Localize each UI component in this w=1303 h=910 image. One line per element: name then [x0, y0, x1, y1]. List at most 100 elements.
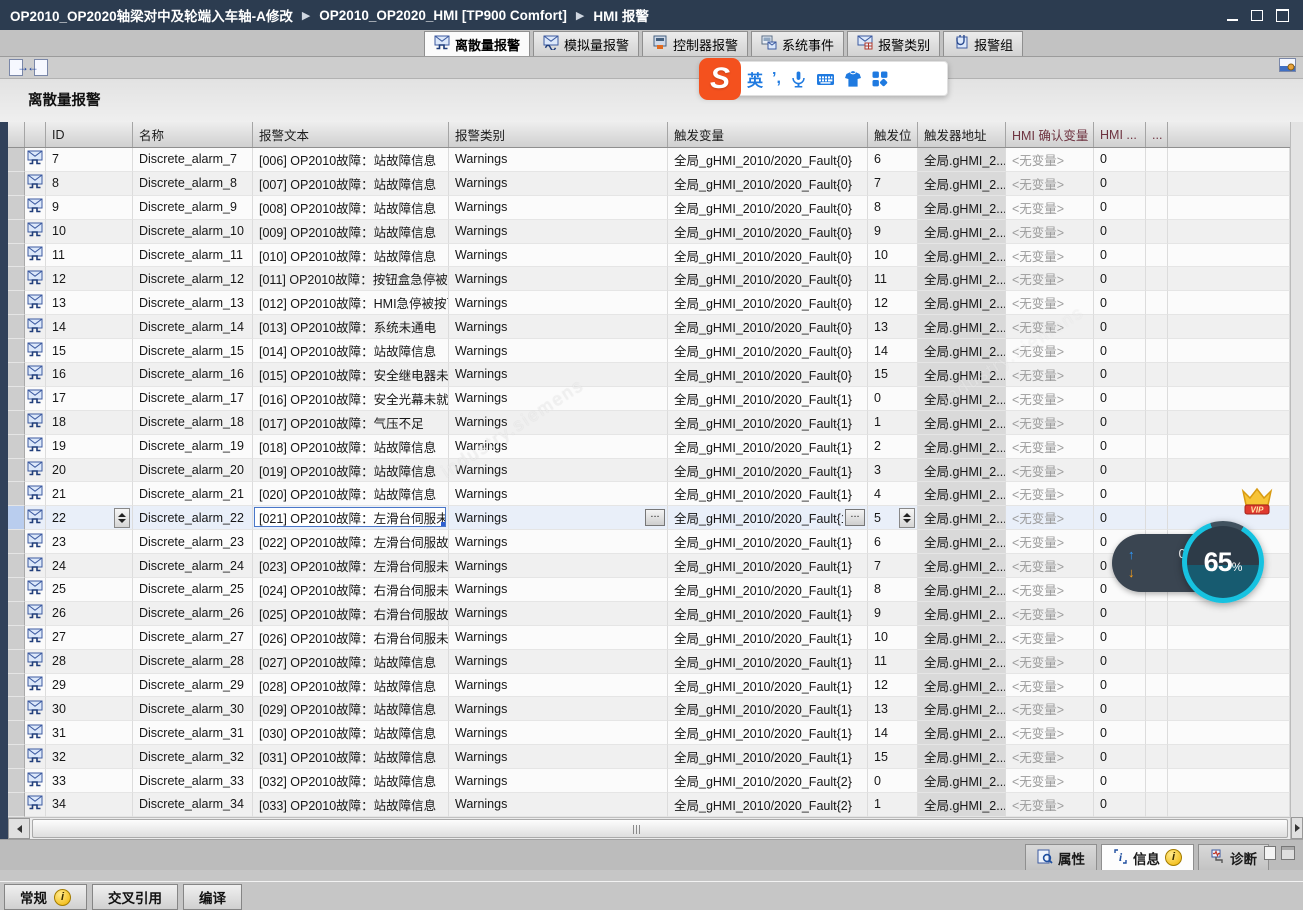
scrollbar-thumb[interactable]: [32, 819, 1288, 838]
cell-alarm-class[interactable]: Warnings: [449, 434, 668, 459]
cell-trigger-tag[interactable]: 全局_gHMI_2010/2020_Fault{0}: [668, 315, 868, 340]
cell-extra[interactable]: [1146, 601, 1168, 626]
cell-trigger-address[interactable]: 全局.gHMI_2...: [918, 291, 1006, 316]
cell-id[interactable]: 15: [46, 339, 133, 364]
cell-name[interactable]: Discrete_alarm_31: [133, 721, 253, 746]
table-row[interactable]: 24 Discrete_alarm_24 [023] OP2010故障：左滑台伺服未…: [8, 554, 1290, 579]
column-header-7[interactable]: 触发位: [868, 122, 918, 147]
cell-alarm-class[interactable]: Warnings: [449, 554, 668, 579]
cell-name[interactable]: Discrete_alarm_27: [133, 625, 253, 650]
table-row[interactable]: 33 Discrete_alarm_33 [032] OP2010故障：站故障信息 W…: [8, 769, 1290, 794]
table-row[interactable]: 25 Discrete_alarm_25 [024] OP2010故障：右滑台伺服未…: [8, 578, 1290, 602]
cell-alarm-text[interactable]: [024] OP2010故障：右滑台伺服未通电: [253, 578, 449, 602]
cell-hmi-ack-tag[interactable]: <无变量>: [1006, 434, 1094, 459]
inspector-tab-info[interactable]: i 信息 i: [1101, 844, 1194, 870]
status-button-编译[interactable]: 编译: [183, 884, 242, 910]
column-header-2[interactable]: ID: [46, 122, 133, 147]
cell-trigger-bit[interactable]: 0: [868, 769, 918, 794]
cell-extra[interactable]: [1146, 219, 1168, 244]
column-header-4[interactable]: 报警文本: [253, 122, 449, 147]
cell-trigger-tag[interactable]: 全局_gHMI_2010/2020_Fault{1}: [668, 578, 868, 602]
cell-name[interactable]: Discrete_alarm_26: [133, 601, 253, 626]
cell-name[interactable]: Discrete_alarm_7: [133, 148, 253, 172]
cell-hmi-value[interactable]: 0: [1094, 434, 1146, 459]
cell-extra[interactable]: [1146, 649, 1168, 674]
table-row[interactable]: 27 Discrete_alarm_27 [026] OP2010故障：右滑台伺服未…: [8, 625, 1290, 650]
cell-id[interactable]: 17: [46, 386, 133, 411]
collapse-panel-icon[interactable]: [1281, 846, 1295, 860]
cell-hmi-value[interactable]: 0: [1094, 482, 1146, 507]
cell-extra[interactable]: [1146, 195, 1168, 220]
cell-alarm-text[interactable]: [019] OP2010故障：站故障信息: [253, 458, 449, 483]
cell-alarm-text[interactable]: [031] OP2010故障：站故障信息: [253, 745, 449, 770]
export-row-icon[interactable]: →: [5, 58, 29, 77]
cell-id[interactable]: 21: [46, 482, 133, 507]
cell-trigger-address[interactable]: 全局.gHMI_2...: [918, 219, 1006, 244]
cell-trigger-address[interactable]: 全局.gHMI_2...: [918, 410, 1006, 435]
cell-hmi-value[interactable]: 0: [1094, 625, 1146, 650]
cell-trigger-address[interactable]: 全局.gHMI_2...: [918, 530, 1006, 555]
column-header-10[interactable]: HMI ...: [1094, 122, 1146, 147]
cell-trigger-bit[interactable]: 15: [868, 363, 918, 387]
cell-trigger-bit[interactable]: 12: [868, 291, 918, 316]
cell-hmi-value[interactable]: 0: [1094, 601, 1146, 626]
tab-controller-alarm[interactable]: 控制器报警: [642, 31, 749, 56]
cell-trigger-bit[interactable]: 13: [868, 697, 918, 722]
column-header-9[interactable]: HMI 确认变量: [1006, 122, 1094, 147]
cell-name[interactable]: Discrete_alarm_21: [133, 482, 253, 507]
tab-alarm-group[interactable]: 报警组: [943, 31, 1024, 56]
cell-id[interactable]: 28: [46, 649, 133, 674]
cell-hmi-ack-tag[interactable]: <无变量>: [1006, 793, 1094, 817]
cell-extra[interactable]: [1146, 148, 1168, 172]
cell-id[interactable]: 30: [46, 697, 133, 722]
cell-trigger-address[interactable]: 全局.gHMI_2...: [918, 506, 1006, 531]
cell-alarm-text[interactable]: [008] OP2010故障：站故障信息: [253, 195, 449, 220]
memory-usage-ball[interactable]: 65 %: [1182, 521, 1264, 603]
cell-hmi-value[interactable]: 0: [1094, 148, 1146, 172]
cell-trigger-tag[interactable]: 全局_gHMI_2010/2020_Fault{1}: [668, 625, 868, 650]
row-selector[interactable]: [8, 458, 25, 483]
cell-alarm-class[interactable]: Warnings: [449, 315, 668, 340]
cell-hmi-value[interactable]: 0: [1094, 171, 1146, 196]
cell-alarm-text[interactable]: [006] OP2010故障：站故障信息: [253, 148, 449, 172]
row-selector[interactable]: [8, 625, 25, 650]
cell-trigger-address[interactable]: 全局.gHMI_2...: [918, 243, 1006, 268]
table-row[interactable]: 19 Discrete_alarm_19 [018] OP2010故障：站故障信息 W…: [8, 434, 1290, 459]
cell-name[interactable]: Discrete_alarm_17: [133, 386, 253, 411]
table-row[interactable]: 10 Discrete_alarm_10 [009] OP2010故障：站故障信息 W…: [8, 219, 1290, 244]
cell-hmi-value[interactable]: 0: [1094, 267, 1146, 292]
skin-icon[interactable]: [844, 70, 862, 88]
cell-hmi-ack-tag[interactable]: <无变量>: [1006, 697, 1094, 722]
column-header-blank[interactable]: [25, 122, 46, 147]
cell-extra[interactable]: [1146, 243, 1168, 268]
float-panel-icon[interactable]: [1264, 846, 1276, 860]
cell-alarm-text[interactable]: [022] OP2010故障：左滑台伺服故障: [253, 530, 449, 555]
row-selector[interactable]: [8, 673, 25, 698]
row-selector[interactable]: [8, 410, 25, 435]
cell-trigger-address[interactable]: 全局.gHMI_2...: [918, 363, 1006, 387]
cell-trigger-address[interactable]: 全局.gHMI_2...: [918, 171, 1006, 196]
cell-hmi-ack-tag[interactable]: <无变量>: [1006, 530, 1094, 555]
cell-trigger-tag[interactable]: 全局_gHMI_2010/2020_Fault{2}: [668, 793, 868, 817]
cell-trigger-address[interactable]: 全局.gHMI_2...: [918, 267, 1006, 292]
toolbox-icon[interactable]: [871, 70, 889, 88]
cell-trigger-address[interactable]: 全局.gHMI_2...: [918, 793, 1006, 817]
cell-trigger-bit[interactable]: 15: [868, 745, 918, 770]
cell-trigger-tag[interactable]: 全局_gHMI_2010/2020_Fault{0}: [668, 243, 868, 268]
row-selector[interactable]: [8, 315, 25, 340]
table-row[interactable]: 32 Discrete_alarm_32 [031] OP2010故障：站故障信息 W…: [8, 745, 1290, 770]
row-selector[interactable]: [8, 267, 25, 292]
cell-alarm-text[interactable]: [011] OP2010故障：按钮盒急停被按下: [253, 267, 449, 292]
cell-id[interactable]: 34: [46, 793, 133, 817]
cell-trigger-tag[interactable]: 全局_gHMI_2010/2020_Fault{0}: [668, 219, 868, 244]
cell-hmi-ack-tag[interactable]: <无变量>: [1006, 649, 1094, 674]
cell-alarm-class[interactable]: Warnings: [449, 148, 668, 172]
cell-alarm-class[interactable]: Warnings: [449, 458, 668, 483]
cell-trigger-tag[interactable]: 全局_gHMI_2010/2020_Fault{0}: [668, 267, 868, 292]
cell-hmi-ack-tag[interactable]: <无变量>: [1006, 363, 1094, 387]
cell-alarm-class[interactable]: Warnings: [449, 482, 668, 507]
cell-hmi-value[interactable]: 0: [1094, 291, 1146, 316]
cell-trigger-address[interactable]: 全局.gHMI_2...: [918, 578, 1006, 602]
cell-alarm-class[interactable]: Warnings: [449, 363, 668, 387]
cell-trigger-address[interactable]: 全局.gHMI_2...: [918, 673, 1006, 698]
